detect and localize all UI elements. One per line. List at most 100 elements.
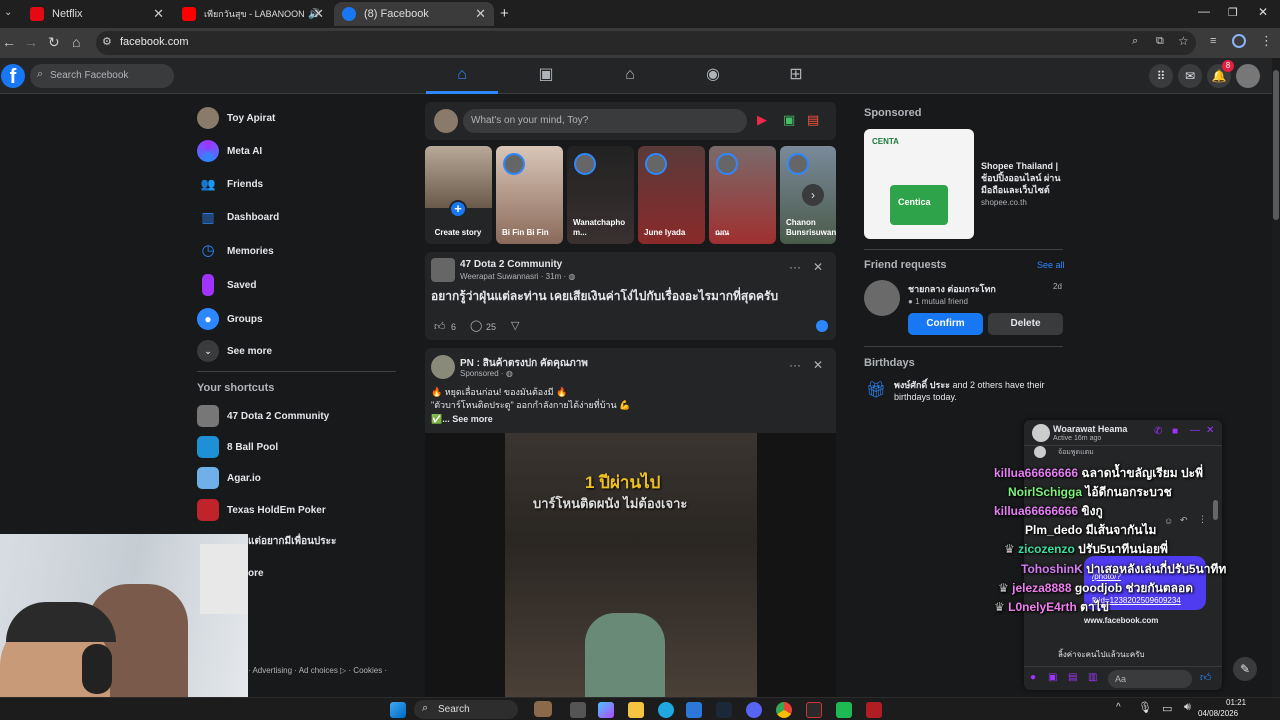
app-icon[interactable]	[836, 702, 852, 718]
volume-icon[interactable]: 🔊︎	[1184, 701, 1191, 714]
address-bar[interactable]: ⚙ facebook.com ⌕ ⧉ ☆	[96, 31, 1196, 55]
install-icon[interactable]: ⧉	[1156, 35, 1164, 48]
tray-overflow-icon[interactable]: ^	[1116, 702, 1121, 713]
composer-input[interactable]: What's on your mind, Toy?	[463, 109, 747, 133]
new-message-button[interactable]: ✎	[1233, 657, 1257, 681]
back-icon[interactable]: ←	[2, 34, 16, 50]
stories-next-button[interactable]: ›	[802, 184, 824, 206]
search-input[interactable]: ⌕ Search Facebook	[30, 64, 174, 88]
discord-icon[interactable]	[746, 702, 762, 718]
menu-icon[interactable]: ⋮	[1260, 33, 1273, 49]
reel-icon[interactable]: ▤	[807, 112, 819, 128]
edge-icon[interactable]	[658, 702, 674, 718]
call-icon[interactable]: ✆	[1154, 426, 1162, 437]
site-info-icon[interactable]: ⚙	[102, 35, 112, 48]
profile-icon[interactable]	[1232, 34, 1246, 48]
minimize-chat-icon[interactable]: —	[1190, 425, 1200, 436]
emoji-react-icon[interactable]: ☺	[1164, 516, 1173, 526]
chrome-icon[interactable]	[776, 702, 792, 718]
task-view-icon[interactable]	[570, 702, 586, 718]
bookmark-star-icon[interactable]: ☆	[1178, 34, 1189, 48]
sidebar-item-dashboard[interactable]: ▥ Dashboard	[197, 204, 279, 230]
close-icon[interactable]: ✕	[153, 6, 164, 22]
story-card[interactable]: Wanatchapho m...	[567, 146, 634, 244]
reload-icon[interactable]: ↻	[48, 34, 60, 51]
steam-icon[interactable]	[716, 702, 732, 718]
more-options-icon[interactable]: ···	[789, 358, 801, 372]
microphone-icon[interactable]: 🎙︎	[1138, 701, 1152, 714]
shortcut-item[interactable]: แต่อยากมีเพื่อนประะ	[248, 528, 336, 554]
zoom-icon[interactable]: ⌕	[1132, 35, 1138, 48]
tab-video[interactable]: ▣	[510, 58, 582, 94]
app-icon[interactable]	[866, 702, 882, 718]
start-icon[interactable]	[390, 702, 406, 718]
close-icon[interactable]: ✕	[813, 260, 823, 274]
shortcut-item[interactable]: 47 Dota 2 Community	[197, 403, 329, 429]
like-icon[interactable]: 👍︎	[434, 320, 446, 333]
request-name[interactable]: ชายกลาง ต่อมกระโทก	[908, 282, 996, 296]
footer-links[interactable]: · Advertising · Ad choices ▷ · Cookies ·	[248, 666, 387, 675]
network-icon[interactable]: ▭	[1162, 702, 1172, 715]
app-icon[interactable]	[806, 702, 822, 718]
story-card[interactable]: Bi Fin Bi Fin	[496, 146, 563, 244]
sticker-icon[interactable]: ▤	[1068, 672, 1077, 683]
chat-input[interactable]: Aa	[1108, 670, 1192, 688]
story-create[interactable]: + Create story	[425, 146, 492, 244]
delete-button[interactable]: Delete	[988, 313, 1063, 335]
avatar[interactable]	[864, 280, 900, 316]
taskbar-search[interactable]: ⌕ Search	[414, 700, 552, 719]
see-more-link[interactable]: ✅... See more	[431, 414, 493, 425]
tab-search-icon[interactable]: ⌄	[4, 7, 12, 18]
close-icon[interactable]: ✕	[813, 358, 823, 372]
close-window-button[interactable]: ✕	[1258, 5, 1268, 19]
gif-icon[interactable]: ▥	[1088, 672, 1097, 683]
live-video-icon[interactable]: ▶	[757, 112, 767, 128]
clock-date[interactable]: 04/08/2026	[1198, 709, 1238, 718]
group-avatar[interactable]	[431, 258, 455, 282]
tab-netflix[interactable]: Netflix ✕	[22, 2, 172, 26]
tab-gaming[interactable]: ⊞	[760, 58, 832, 94]
forward-icon[interactable]: →	[24, 34, 38, 50]
clock-time[interactable]: 01:21	[1226, 698, 1246, 707]
file-explorer-icon[interactable]	[628, 702, 644, 718]
post-time[interactable]: 31m	[546, 272, 562, 281]
share-icon[interactable]: ▽	[511, 319, 519, 332]
minimize-button[interactable]: —	[1198, 4, 1210, 18]
chat-header[interactable]: Woarawat Heama Active 16m ago ✆ ■ — ✕	[1024, 420, 1222, 446]
reply-icon[interactable]: ↶	[1180, 515, 1188, 526]
comment-icon[interactable]: ◯	[470, 319, 482, 332]
home-icon[interactable]: ⌂	[72, 34, 80, 50]
sidebar-item-meta-ai[interactable]: Meta AI	[197, 138, 262, 164]
sidebar-item-profile[interactable]: Toy Apirat	[197, 105, 275, 131]
close-chat-icon[interactable]: ✕	[1206, 425, 1214, 436]
mic-icon[interactable]: ●	[1030, 672, 1036, 683]
sidebar-see-more[interactable]: ⌄ See more	[197, 338, 272, 364]
sponsored-text[interactable]: Sponsored	[460, 369, 499, 378]
video-call-icon[interactable]: ■	[1172, 426, 1178, 437]
sidebar-item-groups[interactable]: ● Groups	[197, 306, 263, 332]
birthday-text[interactable]: พงษ์ศักดิ์ ประะ and 2 others have their …	[894, 379, 1064, 403]
tab-facebook[interactable]: (8) Facebook ✕	[334, 2, 494, 26]
shortcut-item[interactable]: Texas HoldEm Poker	[197, 497, 326, 523]
sidebar-item-memories[interactable]: ◷ Memories	[197, 238, 273, 264]
close-icon[interactable]: ✕	[313, 6, 324, 22]
scrollbar-thumb[interactable]	[1273, 70, 1279, 220]
tab-groups[interactable]: ◉	[677, 58, 749, 94]
maximize-button[interactable]: ❐	[1228, 6, 1238, 19]
close-icon[interactable]: ✕	[475, 6, 486, 22]
media-control-icon[interactable]: ≡	[1210, 35, 1216, 47]
story-card[interactable]: ฌณ	[709, 146, 776, 244]
messenger-icon[interactable]: ✉	[1178, 64, 1202, 88]
shortcut-item[interactable]: 8 Ball Pool	[197, 434, 278, 460]
shortcut-item[interactable]: ore	[248, 560, 264, 586]
copilot-icon[interactable]	[598, 702, 614, 718]
story-card[interactable]: June Iyada	[638, 146, 705, 244]
more-icon[interactable]: ⋮	[1198, 514, 1207, 525]
photo-icon[interactable]: ▣	[783, 112, 795, 128]
ad-title[interactable]: Shopee Thailand | ช้อปปิ้งออนไลน์ ผ่านมื…	[981, 160, 1061, 196]
menu-grid-icon[interactable]: ⠿	[1149, 64, 1173, 88]
chat-scrollbar[interactable]	[1213, 500, 1218, 520]
confirm-button[interactable]: Confirm	[908, 313, 983, 335]
tab-home[interactable]: ⌂	[426, 58, 498, 94]
post-author-name[interactable]: Weerapat Suwannasri	[460, 272, 539, 281]
